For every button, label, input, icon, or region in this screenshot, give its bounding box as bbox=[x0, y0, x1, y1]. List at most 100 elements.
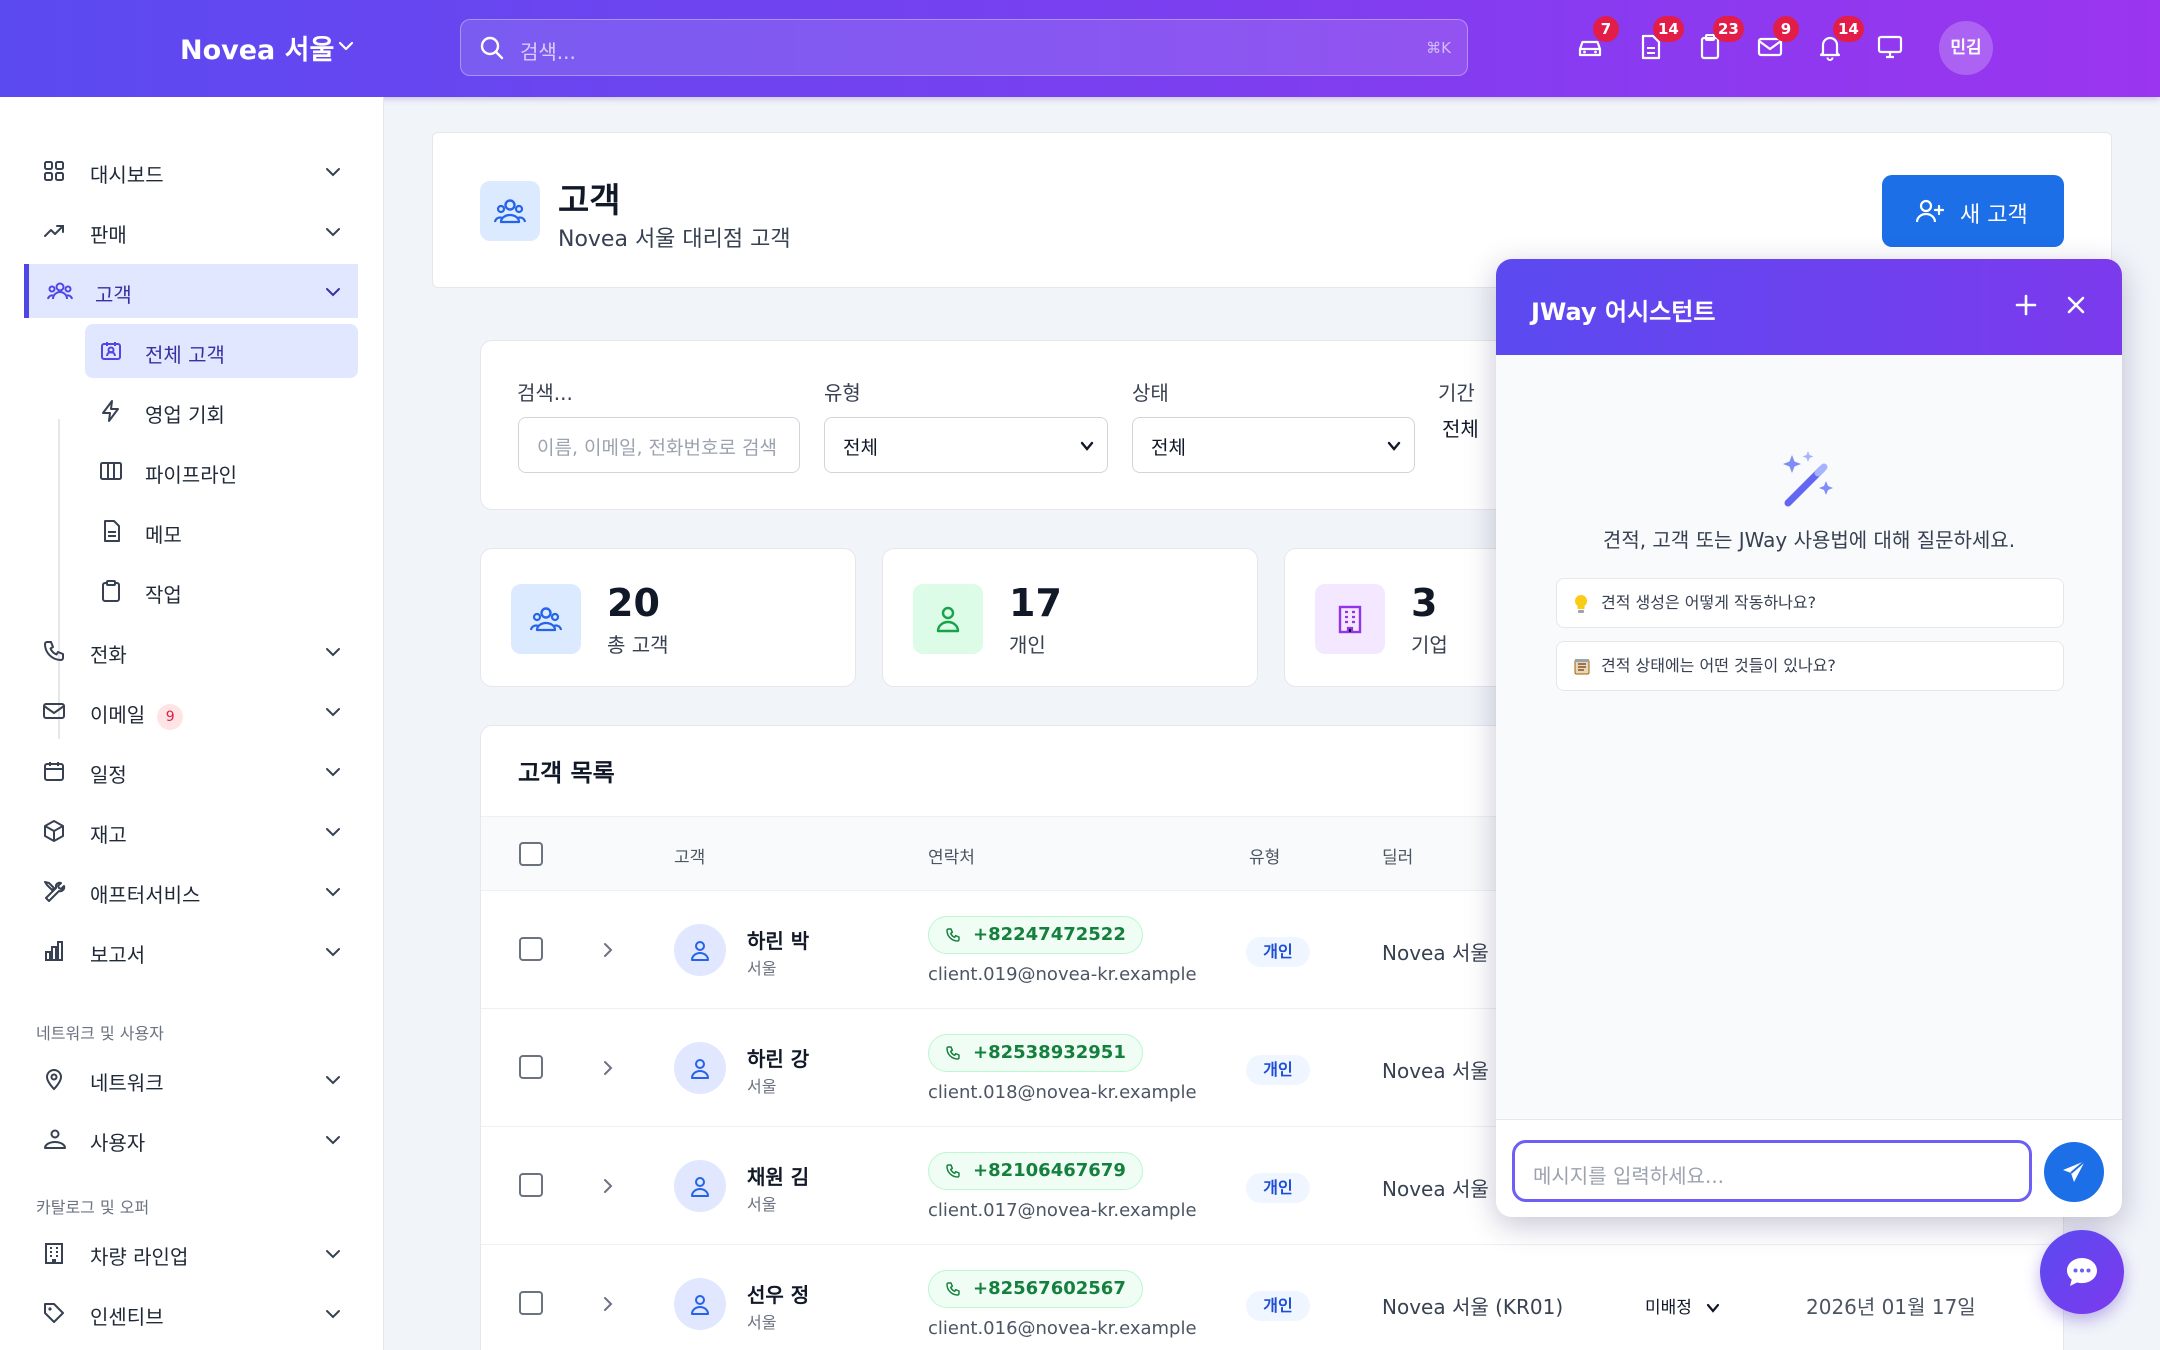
suggestion-button[interactable]: 견적 상태에는 어떤 것들이 있나요? bbox=[1556, 641, 2064, 691]
sidebar-item-label: 사용자 bbox=[90, 1131, 146, 1155]
sidebar-subitem-pipeline[interactable]: 파이프라인 bbox=[85, 444, 358, 498]
row-checkbox[interactable] bbox=[519, 1055, 543, 1079]
type-badge: 개인 bbox=[1246, 937, 1310, 967]
phone-icon bbox=[946, 1282, 960, 1296]
sidebar-item-inventory[interactable]: 재고 bbox=[24, 804, 358, 858]
magic-wand-icon bbox=[1778, 449, 1840, 511]
sidebar-item-network[interactable]: 네트워크 bbox=[24, 1052, 358, 1106]
dealer-name: Novea 서울 (KR01) bbox=[1382, 1295, 1564, 1319]
phone-pill[interactable]: +82247472522 bbox=[928, 916, 1143, 954]
chat-input-placeholder: 메시지를 입력하세요... bbox=[1533, 1164, 1725, 1188]
customer-avatar bbox=[674, 1160, 726, 1212]
customer-name[interactable]: 선우 정 bbox=[747, 1279, 809, 1308]
notepad-icon bbox=[1574, 659, 1590, 675]
sidebar-item-calls[interactable]: 전화 bbox=[24, 624, 358, 678]
section-label-catalog: 카탈로그 및 오퍼 bbox=[36, 1198, 150, 1217]
users-icon bbox=[511, 584, 581, 654]
sidebar-item-vehicle-lineup[interactable]: 차량 라인업 bbox=[24, 1226, 358, 1280]
row-checkbox[interactable] bbox=[519, 1173, 543, 1197]
phone-pill[interactable]: +82567602567 bbox=[928, 1270, 1143, 1308]
chat-message-input[interactable]: 메시지를 입력하세요... bbox=[1512, 1140, 2032, 1202]
bell-icon[interactable]: 14 bbox=[1815, 16, 1864, 66]
phone-pill[interactable]: +82106467679 bbox=[928, 1152, 1143, 1190]
sidebar-subitem-all-customers[interactable]: 전체 고객 bbox=[85, 324, 358, 378]
sidebar-item-label: 전화 bbox=[90, 643, 127, 667]
customer-name[interactable]: 채원 김 bbox=[747, 1161, 809, 1190]
sidebar-item-after-service[interactable]: 애프터서비스 bbox=[24, 864, 358, 918]
chevron-right-icon[interactable] bbox=[599, 1177, 617, 1195]
type-select[interactable]: 전체 bbox=[824, 417, 1108, 473]
period-select-value[interactable]: 전체 bbox=[1442, 413, 1479, 442]
table-row[interactable]: 선우 정 서울 +82567602567 client.016@novea-kr… bbox=[481, 1245, 2063, 1350]
calendar-icon bbox=[42, 759, 66, 783]
user-avatar[interactable]: 민김 bbox=[1939, 21, 1993, 75]
chevron-down-icon bbox=[324, 1305, 342, 1323]
customer-email[interactable]: client.019@novea-kr.example bbox=[928, 964, 1197, 985]
status-filter-label: 상태 bbox=[1132, 381, 1169, 405]
row-checkbox[interactable] bbox=[519, 937, 543, 961]
customer-avatar bbox=[674, 1278, 726, 1330]
column-header-contact[interactable]: 연락처 bbox=[928, 843, 975, 868]
sidebar-item-customers[interactable]: 고객 bbox=[24, 264, 358, 318]
sidebar-subitem-notes[interactable]: 메모 bbox=[85, 504, 358, 558]
sidebar-item-label: 네트워크 bbox=[90, 1071, 164, 1095]
chevron-right-icon[interactable] bbox=[599, 1295, 617, 1313]
column-header-dealer[interactable]: 딜러 bbox=[1382, 843, 1413, 868]
clipboard-icon[interactable]: 23 bbox=[1695, 16, 1744, 66]
tools-icon bbox=[42, 879, 66, 903]
trending-up-icon bbox=[42, 219, 66, 243]
period-filter-label: 기간 bbox=[1438, 381, 1475, 405]
customer-name[interactable]: 하린 강 bbox=[747, 1043, 809, 1072]
search-placeholder: 검색... bbox=[520, 40, 576, 64]
chat-fab-button[interactable] bbox=[2040, 1230, 2124, 1314]
assignee-select[interactable]: 미배정 bbox=[1645, 1293, 1720, 1318]
column-header-type[interactable]: 유형 bbox=[1249, 843, 1280, 868]
sidebar-item-schedule[interactable]: 일정 bbox=[24, 744, 358, 798]
suggestion-button[interactable]: 견적 생성은 어떻게 작동하나요? bbox=[1556, 578, 2064, 628]
select-all-checkbox[interactable] bbox=[519, 842, 543, 866]
chevron-down-icon[interactable] bbox=[336, 36, 356, 56]
sidebar-item-dashboard[interactable]: 대시보드 bbox=[24, 144, 358, 198]
customer-search-input[interactable]: 이름, 이메일, 전화번호로 검색 bbox=[518, 417, 800, 473]
new-chat-icon[interactable] bbox=[2014, 293, 2038, 317]
brand-name[interactable]: Novea 서울 bbox=[180, 28, 334, 67]
sidebar-subitem-tasks[interactable]: 작업 bbox=[85, 564, 358, 618]
customer-email[interactable]: client.018@novea-kr.example bbox=[928, 1082, 1197, 1103]
close-icon[interactable] bbox=[2066, 295, 2086, 315]
search-icon bbox=[479, 35, 505, 61]
customer-name[interactable]: 하린 박 bbox=[747, 925, 809, 954]
chevron-down-icon bbox=[324, 763, 342, 781]
monitor-icon[interactable] bbox=[1875, 32, 1909, 66]
global-search-input[interactable]: 검색... ⌘K bbox=[460, 19, 1468, 76]
sidebar-subitem-opportunities[interactable]: 영업 기회 bbox=[85, 384, 358, 438]
column-header-customer[interactable]: 고객 bbox=[674, 843, 705, 868]
sidebar-item-sales[interactable]: 판매 bbox=[24, 204, 358, 258]
chat-bubble-icon bbox=[2067, 1258, 2097, 1286]
status-select[interactable]: 전체 bbox=[1132, 417, 1415, 473]
phone-number: +82247472522 bbox=[973, 924, 1126, 945]
sidebar-item-incentives[interactable]: 인센티브 bbox=[24, 1286, 358, 1340]
phone-icon bbox=[946, 928, 960, 942]
bar-chart-icon bbox=[42, 939, 66, 963]
car-icon[interactable]: 7 bbox=[1575, 16, 1619, 66]
stat-value: 3 bbox=[1411, 581, 1438, 625]
user-plus-icon bbox=[1916, 199, 1944, 223]
chevron-right-icon[interactable] bbox=[599, 941, 617, 959]
send-button[interactable] bbox=[2044, 1142, 2104, 1202]
page-title: 고객 bbox=[558, 181, 621, 221]
customer-email[interactable]: client.017@novea-kr.example bbox=[928, 1200, 1197, 1221]
customer-email[interactable]: client.016@novea-kr.example bbox=[928, 1318, 1197, 1339]
chevron-down-icon bbox=[324, 163, 342, 181]
chevron-right-icon[interactable] bbox=[599, 1059, 617, 1077]
sidebar-item-email[interactable]: 이메일 9 bbox=[24, 684, 358, 738]
row-checkbox[interactable] bbox=[519, 1291, 543, 1315]
mail-icon[interactable]: 9 bbox=[1755, 16, 1799, 66]
sidebar-item-reports[interactable]: 보고서 bbox=[24, 924, 358, 978]
new-customer-button[interactable]: 새 고객 bbox=[1882, 175, 2064, 247]
phone-pill[interactable]: +82538932951 bbox=[928, 1034, 1143, 1072]
sidebar-item-users[interactable]: 사용자 bbox=[24, 1112, 358, 1166]
customer-avatar bbox=[674, 1042, 726, 1094]
document-icon[interactable]: 14 bbox=[1635, 16, 1684, 66]
grid-icon bbox=[42, 159, 66, 183]
phone-icon bbox=[42, 639, 66, 663]
